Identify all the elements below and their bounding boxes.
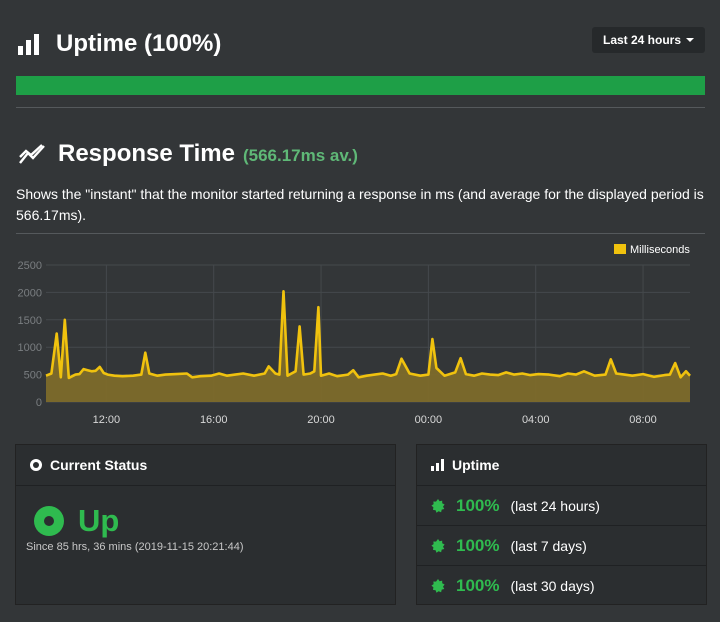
section-divider: [16, 107, 705, 108]
uptime-percent: 100%: [456, 495, 500, 515]
y-tick-label: 2000: [18, 287, 42, 299]
uptime-row-7d: 100% (last 7 days): [417, 526, 706, 566]
y-tick-label: 1500: [18, 315, 42, 327]
response-time-chart[interactable]: 0 500 1000 1500 2000 2500 12:00 16:00 20:00 00:00…: [0, 236, 720, 436]
x-tick-label: 04:00: [522, 414, 550, 426]
legend-label: Milliseconds: [630, 244, 690, 256]
uptime-header: Uptime (100%): [18, 30, 221, 58]
x-tick-label: 20:00: [307, 414, 335, 426]
section-divider: [16, 233, 705, 234]
response-time-header: Response Time (566.17ms av.): [18, 140, 358, 168]
uptime-period: (last 30 days): [510, 577, 595, 594]
series-area-milliseconds: [46, 291, 690, 402]
uptime-percent: 100%: [456, 535, 500, 555]
check-badge-icon: [431, 538, 445, 553]
status-row: Up: [34, 503, 119, 539]
response-time-average: (566.17ms av.): [242, 146, 358, 165]
y-tick-label: 500: [24, 370, 42, 382]
uptime-progress-bar: [16, 76, 705, 95]
y-tick-label: 0: [36, 397, 42, 409]
uptime-period: (last 7 days): [510, 537, 587, 554]
response-time-description: Shows the "instant" that the monitor sta…: [16, 186, 704, 223]
y-tick-label: 2500: [18, 260, 42, 272]
dot-circle-icon: [30, 459, 42, 471]
status-text: Up: [78, 503, 120, 538]
response-time-chart-svg: 0 500 1000 1500 2000 2500 12:00 16:00 20:00 00:00…: [18, 244, 691, 426]
status-since: Since 85 hrs, 36 mins (2019-11-15 20:21:…: [26, 541, 244, 553]
trend-line-icon: [19, 144, 45, 164]
x-tick-label: 08:00: [629, 414, 657, 426]
uptime-summary-header: Uptime: [417, 445, 706, 486]
bar-chart-icon: [18, 33, 42, 55]
uptime-period: (last 24 hours): [510, 497, 600, 514]
series-line-milliseconds: [45, 289, 691, 380]
current-status-header: Current Status: [16, 445, 395, 486]
response-time-title: Response Time: [58, 140, 235, 167]
time-range-dropdown[interactable]: Last 24 hours: [592, 27, 705, 53]
uptime-row-30d: 100% (last 30 days): [417, 566, 706, 605]
uptime-summary-panel: Uptime 100% (last 24 hours) 100% (last 7…: [416, 444, 707, 605]
x-tick-label: 12:00: [93, 414, 121, 426]
uptime-row-24h: 100% (last 24 hours): [417, 486, 706, 526]
uptime-title: Uptime (100%): [56, 30, 222, 57]
check-badge-icon: [431, 578, 445, 593]
x-tick-label: 16:00: [200, 414, 228, 426]
caret-down-icon: [686, 38, 695, 42]
check-badge-icon: [431, 498, 445, 513]
bar-chart-icon: [431, 459, 445, 471]
time-range-label: Last 24 hours: [602, 33, 682, 47]
uptime-percent: 100%: [456, 575, 500, 595]
uptime-summary-title: Uptime: [452, 457, 500, 473]
x-tick-label: 00:00: [415, 414, 443, 426]
status-up-icon: [34, 506, 64, 536]
legend-swatch: [614, 244, 626, 254]
current-status-title: Current Status: [50, 457, 148, 473]
y-tick-label: 1000: [18, 342, 42, 354]
current-status-panel: Current Status Up Since 85 hrs, 36 mins …: [15, 444, 396, 605]
